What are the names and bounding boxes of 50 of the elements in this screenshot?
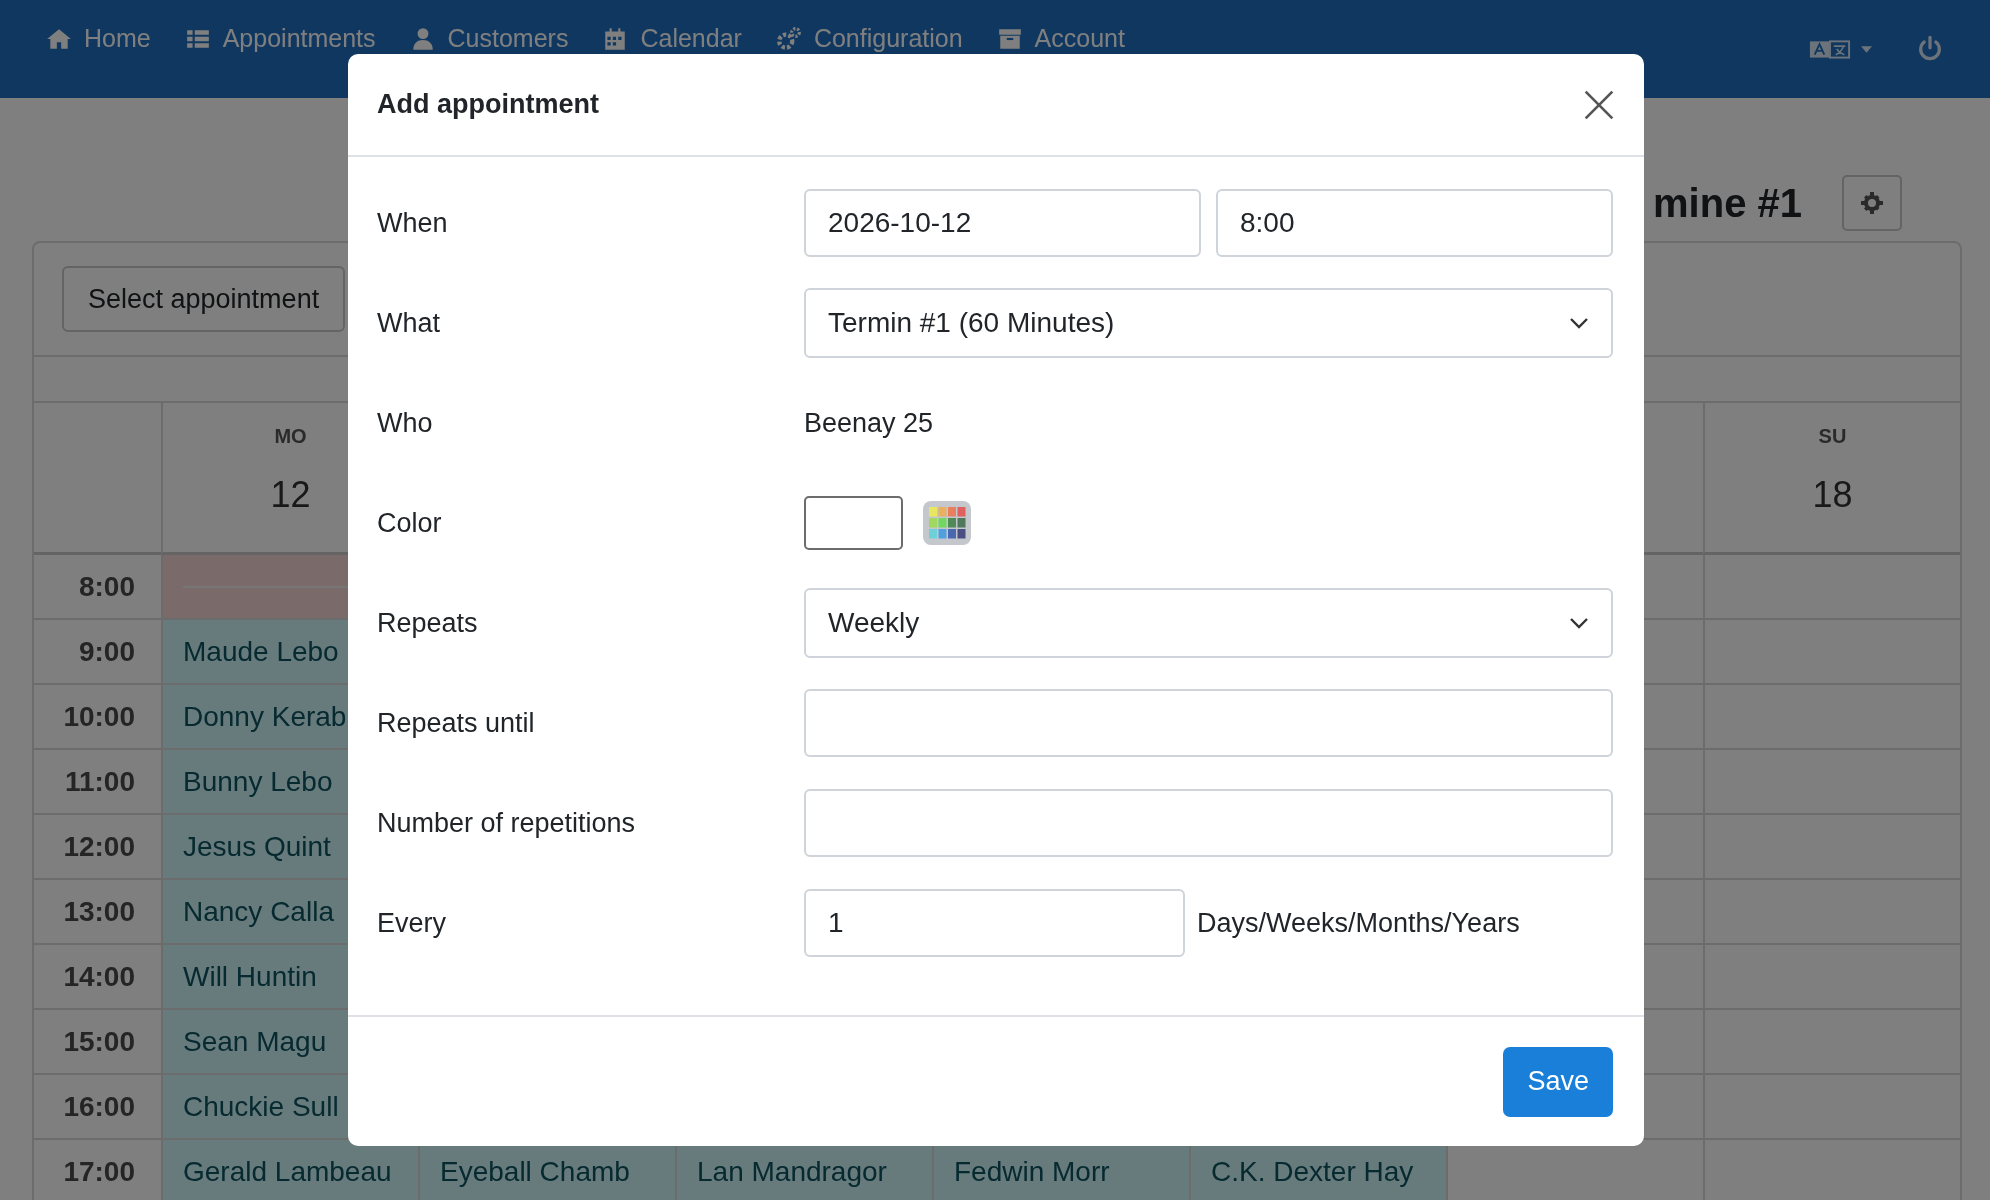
day-number: 18 [1812,474,1853,516]
time-label: 15:00 [63,1025,135,1058]
day-number: 12 [270,474,311,516]
settings-button[interactable] [1842,175,1902,231]
page-heading: mine #1 [1653,180,1802,226]
palette-icon[interactable] [923,501,971,545]
caret-icon[interactable] [1861,45,1872,53]
date-field[interactable]: 2026-10-12 [804,189,1201,257]
field-label: When [377,207,449,239]
time-label: 13:00 [63,895,135,928]
save-button[interactable]: Save [1503,1046,1613,1117]
appointment-slot[interactable]: Gerald Lambeau [161,1140,418,1200]
nav-link[interactable]: Customers [409,24,569,53]
customer-name: Beenay 25 [804,407,934,439]
chevron-down-icon [1569,617,1589,629]
dropdown[interactable]: Termin #1 (60 Minutes) [804,288,1613,358]
input-field[interactable] [804,789,1613,857]
dropdown[interactable]: Weekly [804,588,1613,658]
time-field[interactable]: 8:00 [1216,189,1613,257]
color-swatch[interactable] [804,496,903,550]
time-label: 11:00 [64,765,135,798]
nav-link[interactable]: Account [996,24,1125,53]
nav-link[interactable]: Configuration [775,24,963,53]
nav-link[interactable]: Home [46,24,151,53]
time-label: 9:00 [78,635,135,668]
time-label: 17:00 [63,1155,135,1188]
nav-link[interactable]: Appointments [184,24,376,53]
chevron-down-icon [1569,317,1589,329]
field-label: Color [377,507,443,539]
gears-icon [775,25,802,52]
settings-icon [1860,191,1884,215]
field-label: Who [377,407,434,439]
time-label: 16:00 [63,1090,135,1123]
weekday-label: SU [1818,425,1847,448]
translate-icon[interactable] [1809,37,1851,61]
time-label: 14:00 [63,960,135,993]
time-label: 12:00 [63,830,135,863]
power-icon[interactable] [1916,35,1944,63]
input-field[interactable] [804,689,1613,757]
weekday-label: MO [274,425,307,448]
close-icon[interactable] [1583,88,1615,121]
dialog-title: Add appointment [377,89,599,120]
interval-unit: Days/Weeks/Months/Years [1197,907,1520,939]
interval-field[interactable]: 1 [804,889,1185,957]
time-label: 10:00 [63,700,135,733]
nav-link[interactable]: Calendar [602,24,742,53]
field-label: What [377,307,442,339]
empty-slot[interactable] [1703,555,1960,620]
select-appointment-button[interactable]: Select appointment [62,266,346,332]
time-label: 8:00 [78,570,135,603]
